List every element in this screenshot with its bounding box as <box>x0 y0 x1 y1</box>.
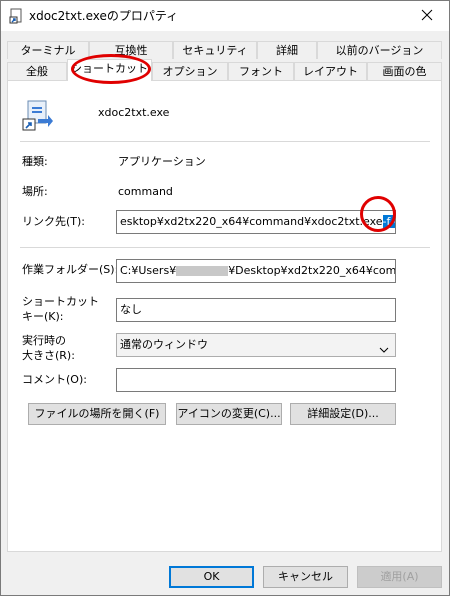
run-size-label-line2: 大きさ(R): <box>22 349 75 362</box>
tab-layout[interactable]: レイアウト <box>294 62 367 80</box>
open-file-location-button[interactable]: ファイルの場所を開く(F) <box>28 403 166 425</box>
run-size-value: 通常のウィンドウ <box>120 338 208 351</box>
location-label: 場所: <box>22 185 48 198</box>
run-size-label-line1: 実行時の <box>22 334 66 347</box>
workdir-prefix: C:¥Users¥ <box>120 264 177 277</box>
app-file-icon <box>22 99 54 134</box>
tab-details[interactable]: 詳細 <box>257 41 317 59</box>
tab-shortcut[interactable]: ショートカット <box>67 59 152 81</box>
shortcut-file-icon <box>9 8 25 27</box>
title-bar: xdoc2txt.exeのプロパティ <box>1 1 449 31</box>
tab-options[interactable]: オプション <box>152 62 228 80</box>
tab-security[interactable]: セキュリティ <box>173 41 257 59</box>
comment-label: コメント(O): <box>22 373 87 386</box>
tab-general[interactable]: 全般 <box>7 62 67 80</box>
apply-button[interactable]: 適用(A) <box>357 566 442 588</box>
redacted-block <box>176 266 229 276</box>
tab-panel: xdoc2txt.exe 種類: アプリケーション 場所: command リン… <box>7 80 442 552</box>
target-text: esktop¥xd2tx220_x64¥command¥xdoc2txt.exe <box>120 215 383 228</box>
tab-compatibility[interactable]: 互換性 <box>89 41 173 59</box>
tab-font[interactable]: フォント <box>228 62 294 80</box>
target-label: リンク先(T): <box>22 215 86 228</box>
file-name: xdoc2txt.exe <box>98 106 170 119</box>
run-size-select[interactable]: 通常のウィンドウ <box>116 333 396 357</box>
advanced-settings-button[interactable]: 詳細設定(D)... <box>290 403 396 425</box>
workdir-input[interactable]: C:¥Users¥ ¥Desktop¥xd2tx220_x64¥comma <box>116 259 396 283</box>
change-icon-button[interactable]: アイコンの変更(C)... <box>176 403 282 425</box>
chevron-down-icon <box>379 340 389 356</box>
tab-screen-colors[interactable]: 画面の色 <box>367 62 442 80</box>
ok-button[interactable]: OK <box>169 566 254 588</box>
location-value: command <box>118 185 173 198</box>
separator <box>20 141 430 142</box>
close-icon <box>421 9 433 24</box>
close-button[interactable] <box>405 1 449 31</box>
shortcut-key-input[interactable]: なし <box>116 298 396 322</box>
comment-input[interactable] <box>116 368 396 392</box>
type-value: アプリケーション <box>118 155 206 168</box>
tab-previous-versions[interactable]: 以前のバージョン <box>317 41 442 59</box>
tab-terminal[interactable]: ターミナル <box>7 41 89 59</box>
type-label: 種類: <box>22 155 48 168</box>
target-input[interactable]: esktop¥xd2tx220_x64¥command¥xdoc2txt.exe… <box>116 210 396 234</box>
target-selected-text: -f -u <box>382 215 395 228</box>
shortcut-key-label-line2: キー(K): <box>22 310 64 323</box>
workdir-label: 作業フォルダー(S): <box>22 263 119 276</box>
separator <box>20 247 430 248</box>
shortcut-key-label-line1: ショートカット <box>22 295 99 308</box>
properties-window: xdoc2txt.exeのプロパティ ターミナル 互換性 セキュリティ 詳細 以… <box>0 0 450 596</box>
shortcut-key-value: なし <box>120 303 142 316</box>
cancel-button[interactable]: キャンセル <box>263 566 348 588</box>
window-title: xdoc2txt.exeのプロパティ <box>29 9 179 23</box>
workdir-suffix: ¥Desktop¥xd2tx220_x64¥comma <box>228 264 396 277</box>
